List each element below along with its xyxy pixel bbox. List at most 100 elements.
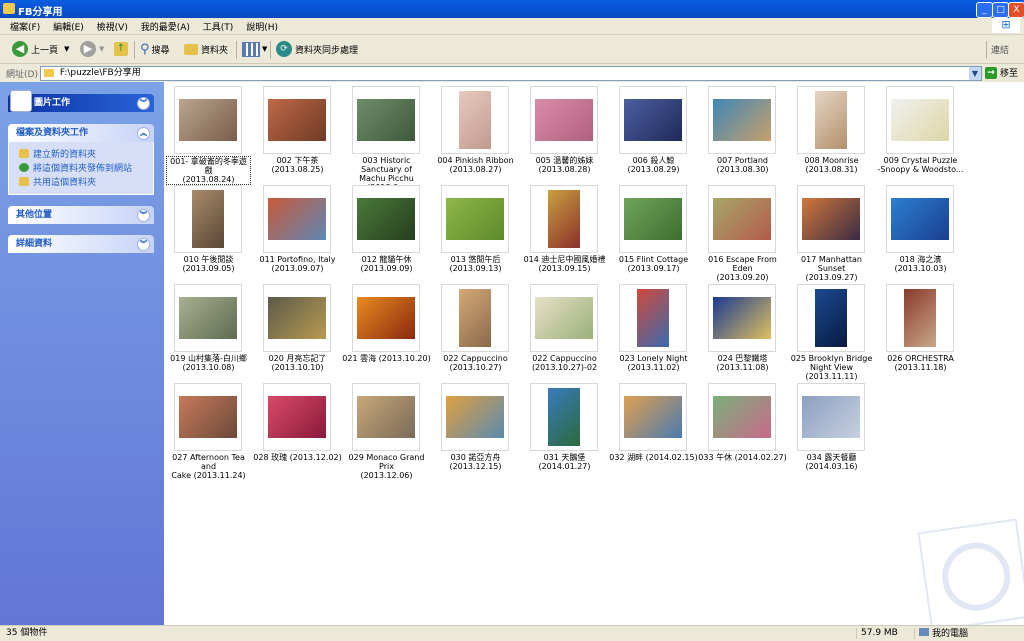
back-button[interactable]: ◀ 上一頁 ▼ (12, 40, 69, 58)
thumbnail-item[interactable]: 006 殺人鯨 (2013.08.29) (609, 86, 698, 185)
chevron-down-icon: ▼ (64, 45, 70, 53)
puzzle-photo-thumbnail (192, 190, 224, 248)
puzzle-photo-thumbnail (535, 99, 593, 141)
links-button[interactable]: 連結 (991, 40, 1009, 58)
thumbnail-item[interactable]: 033 午休 (2014.02.27) (698, 383, 787, 482)
thumbnail-caption: 008 Moonrise (2013.08.31) (787, 156, 876, 174)
new-folder-link[interactable]: 建立新的資料夾 (19, 146, 147, 160)
go-button[interactable]: → 移至 (985, 66, 1018, 79)
thumbnail-item[interactable]: 017 Manhattan Sunset (2013.09.27) (787, 185, 876, 284)
thumbnail-item[interactable]: 008 Moonrise (2013.08.31) (787, 86, 876, 185)
thumbnail-item[interactable]: 022 Cappuccino (2013.10.27)-02 (520, 284, 609, 383)
expand-chevron-icon[interactable]: ︾ (137, 97, 150, 110)
puzzle-photo-thumbnail (357, 99, 415, 141)
thumbnail-frame (797, 383, 865, 451)
menu-help[interactable]: 說明(H) (246, 20, 278, 33)
thumbnail-item[interactable]: 029 Monaco Grand Prix (2013.12.06) (342, 383, 431, 482)
thumbnail-item[interactable]: 031 天鵝堡 (2014.01.27) (520, 383, 609, 482)
thumbnail-item[interactable]: 018 海之濱 (2013.10.03) (876, 185, 965, 284)
thumbnail-item[interactable]: 021 雲海 (2013.10.20) (342, 284, 431, 383)
folders-button[interactable]: 資料夾 (184, 40, 228, 58)
thumbnail-item[interactable]: 023 Lonely Night (2013.11.02) (609, 284, 698, 383)
caption-line: -Snoopy & Woodsto... (877, 165, 964, 174)
collapse-chevron-icon[interactable]: ︽ (137, 127, 150, 140)
file-tasks-header[interactable]: 檔案及資料夾工作 ︽ (8, 124, 154, 142)
caption-line: (2013.09.05) (182, 264, 235, 273)
details-title: 詳細資料 (16, 239, 53, 249)
thumbnail-item[interactable]: 020 月亮忘記了 (2013.10.10) (253, 284, 342, 383)
address-input[interactable]: F:\puzzle\FB分享用 ▼ (40, 66, 982, 81)
thumbnail-item[interactable]: 032 湖畔 (2014.02.15) (609, 383, 698, 482)
thumbnail-item[interactable]: 011 Portofino, Italy (2013.09.07) (253, 185, 342, 284)
thumbnail-item[interactable]: 005 溫馨的姊妹 (2013.08.28) (520, 86, 609, 185)
details-header[interactable]: 詳細資料 ︾ (8, 235, 154, 253)
thumbnail-frame (441, 284, 509, 352)
puzzle-photo-thumbnail (268, 198, 326, 240)
up-folder-button[interactable]: ↑ (114, 40, 128, 58)
maximize-button[interactable]: □ (992, 2, 1009, 18)
address-dropdown-button[interactable]: ▼ (969, 67, 981, 80)
expand-chevron-icon[interactable]: ︾ (137, 209, 150, 222)
thumbnail-item[interactable]: 024 巴黎鐵塔 (2013.11.08) (698, 284, 787, 383)
forward-arrow-icon: ▶ (80, 41, 96, 57)
other-places-title: 其他位置 (16, 210, 53, 220)
caption-line: 016 Escape From Eden (708, 255, 777, 273)
thumbnail-item[interactable]: 015 Flint Cottage (2013.09.17) (609, 185, 698, 284)
caption-line: 003 Historic Sanctuary of (361, 156, 412, 174)
picture-tasks-icon (10, 90, 32, 112)
thumbnail-item[interactable]: 022 Cappuccino (2013.10.27) (431, 284, 520, 383)
menu-favorites[interactable]: 我的最愛(A) (141, 20, 190, 33)
caption-line: 020 月亮忘記了 (268, 354, 327, 363)
thumbnail-item[interactable]: 002 下午茶 (2013.08.25) (253, 86, 342, 185)
menu-tools[interactable]: 工具(T) (203, 20, 234, 33)
thumbnail-item[interactable]: 009 Crystal Puzzle -Snoopy & Woodsto... (876, 86, 965, 185)
thumbnail-caption: 002 下午茶 (2013.08.25) (253, 156, 342, 174)
picture-tasks-header[interactable]: 圖片工作 ︾ (8, 90, 154, 112)
thumbnail-item[interactable]: 003 Historic Sanctuary ofMachu Picchu (2… (342, 86, 431, 192)
views-button[interactable]: ▼ (242, 40, 267, 58)
thumbnail-frame (441, 185, 509, 253)
go-arrow-icon: → (985, 66, 997, 79)
thumbnail-item[interactable]: 016 Escape From Eden (2013.09.20) (698, 185, 787, 284)
puzzle-photo-thumbnail (357, 297, 415, 339)
caption-line: (2013.08.28) (538, 165, 591, 174)
caption-line: (2013.08.24) (182, 175, 235, 184)
thumbnail-item[interactable]: 027 Afternoon Tea and Cake (2013.11.24) (164, 383, 253, 482)
minimize-button[interactable]: _ (976, 2, 993, 18)
thumbnail-item[interactable]: 025 Brooklyn Bridge Night View (2013.11.1… (787, 284, 876, 383)
search-button[interactable]: ⚲ 搜尋 (140, 40, 170, 58)
thumbnail-frame (352, 383, 420, 451)
other-places-header[interactable]: 其他位置 ︾ (8, 206, 154, 224)
folder-sync-button[interactable]: ⟳ 資料夾同步處理 (276, 40, 358, 58)
picture-watermark-icon (917, 518, 1024, 632)
thumbnail-item[interactable]: 010 午後閒談 (2013.09.05) (164, 185, 253, 284)
up-folder-icon: ↑ (114, 42, 128, 56)
thumbnail-item[interactable]: 019 山村集落-白川鄉 (2013.10.08) (164, 284, 253, 383)
menu-view[interactable]: 檢視(V) (97, 20, 128, 33)
menu-file[interactable]: 檔案(F) (10, 20, 40, 33)
caption-line: (2013.09.27) (805, 273, 858, 282)
sync-icon: ⟳ (276, 41, 292, 57)
toolbar-separator (270, 41, 271, 59)
puzzle-photo-thumbnail (535, 297, 593, 339)
thumbnail-item[interactable]: 007 Portland (2013.08.30) (698, 86, 787, 185)
thumbnail-item[interactable]: 026 ORCHESTRA (2013.11.18) (876, 284, 965, 383)
thumbnail-item[interactable]: 014 迪士尼中國風婚禮 (2013.09.15) (520, 185, 609, 284)
thumbnail-item[interactable]: 030 諾亞方舟 (2013.12.15) (431, 383, 520, 482)
thumbnail-item[interactable]: 004 Pinkish Ribbon (2013.08.27) (431, 86, 520, 185)
thumbnail-item[interactable]: 001- 拿破崙的冬季遊戲 (2013.08.24) (164, 86, 253, 185)
thumbnail-frame (263, 383, 331, 451)
publish-web-link[interactable]: 將這個資料夾發佈到網站 (19, 160, 147, 174)
close-button[interactable]: X (1008, 2, 1024, 18)
forward-button[interactable]: ▶ ▼ (80, 40, 104, 58)
thumbnail-frame (619, 383, 687, 451)
share-folder-link[interactable]: 共用這個資料夾 (19, 174, 147, 188)
thumbnail-item[interactable]: 013 悠閒午后 (2013.09.13) (431, 185, 520, 284)
caption-line: 007 Portland (717, 156, 768, 165)
thumbnail-item[interactable]: 028 玫瑰 (2013.12.02) (253, 383, 342, 482)
expand-chevron-icon[interactable]: ︾ (137, 238, 150, 251)
menu-edit[interactable]: 編輯(E) (53, 20, 84, 33)
thumbnail-item[interactable]: 034 露天餐廳 (2014.03.16) (787, 383, 876, 482)
task-pane: 圖片工作 ︾ 檔案及資料夾工作 ︽ 建立新的資料夾 將這個資料夾發佈到網站 共用… (0, 82, 164, 625)
thumbnail-item[interactable]: 012 龍貓午休 (2013.09.09) (342, 185, 431, 284)
